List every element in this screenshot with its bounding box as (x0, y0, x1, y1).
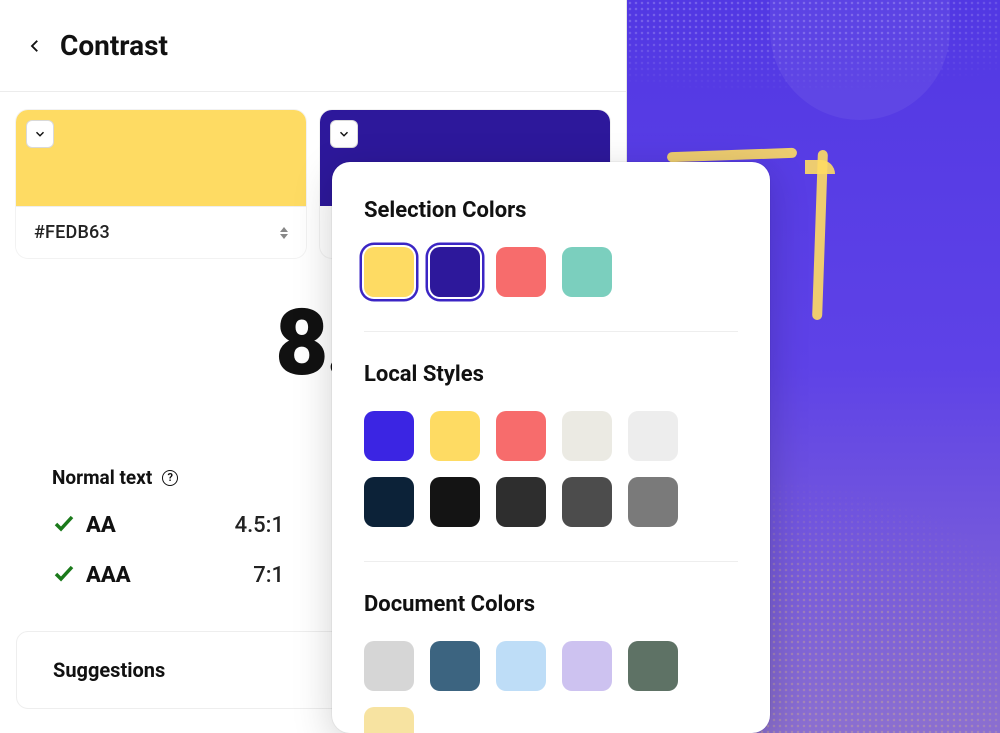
color-section-title: Local Styles (364, 362, 738, 387)
color-section: Selection Colors (364, 198, 738, 332)
swatch-row (364, 411, 738, 527)
divider (364, 561, 738, 562)
color-swatch[interactable] (364, 477, 414, 527)
color-swatch[interactable] (496, 477, 546, 527)
back-button[interactable] (26, 37, 44, 55)
divider (364, 331, 738, 332)
color-swatch[interactable] (430, 477, 480, 527)
contrast-panel: Contrast #FEDB63 8.84 (0, 0, 627, 733)
foreground-color-preview[interactable] (16, 110, 306, 206)
color-swatch[interactable] (562, 247, 612, 297)
check-icon (52, 511, 76, 539)
chevron-left-icon (26, 36, 44, 56)
stepper-icon (280, 227, 288, 239)
color-section-title: Document Colors (364, 592, 738, 617)
color-section: Document Colors (364, 592, 738, 733)
color-swatch[interactable] (496, 411, 546, 461)
swatch-row (364, 641, 738, 733)
foreground-hex-input[interactable]: #FEDB63 (16, 206, 306, 258)
foreground-color-card: #FEDB63 (16, 110, 306, 258)
chevron-down-icon (33, 127, 47, 141)
rating-value: 7:1 (253, 563, 284, 588)
color-swatch[interactable] (496, 247, 546, 297)
color-swatch[interactable] (364, 247, 414, 297)
color-picker-popover: Selection Colors Local Styles Document Col… (332, 162, 770, 733)
color-section: Local Styles (364, 362, 738, 562)
decorative-stroke (667, 148, 797, 163)
color-swatch[interactable] (562, 411, 612, 461)
foreground-color-dropdown[interactable] (26, 120, 54, 148)
color-swatch[interactable] (430, 411, 480, 461)
color-swatch[interactable] (628, 411, 678, 461)
rating-header-text: Normal text (52, 466, 152, 489)
color-swatch[interactable] (364, 641, 414, 691)
color-section-title: Selection Colors (364, 198, 738, 223)
swatch-row (364, 247, 738, 297)
rating-label: AAA (86, 563, 131, 588)
color-swatch[interactable] (430, 641, 480, 691)
color-swatch[interactable] (628, 477, 678, 527)
color-swatch[interactable] (562, 641, 612, 691)
check-icon (52, 561, 76, 589)
panel-title: Contrast (60, 29, 168, 62)
decorative-stroke (812, 150, 828, 320)
foreground-hex-value: #FEDB63 (34, 222, 110, 243)
color-swatch[interactable] (430, 247, 480, 297)
background-color-dropdown[interactable] (330, 120, 358, 148)
rating-row: AA 4.5:1 (52, 511, 284, 539)
panel-header: Contrast (0, 0, 626, 92)
rating-value: 4.5:1 (235, 513, 284, 538)
color-swatch[interactable] (364, 707, 414, 733)
rating-label: AA (86, 513, 116, 538)
color-swatch[interactable] (562, 477, 612, 527)
color-swatch[interactable] (496, 641, 546, 691)
info-icon[interactable]: ? (162, 470, 178, 486)
color-swatch[interactable] (364, 411, 414, 461)
color-swatch[interactable] (628, 641, 678, 691)
rating-row: AAA 7:1 (52, 561, 284, 589)
decorative-shape (770, 0, 950, 120)
chevron-down-icon (337, 127, 351, 141)
